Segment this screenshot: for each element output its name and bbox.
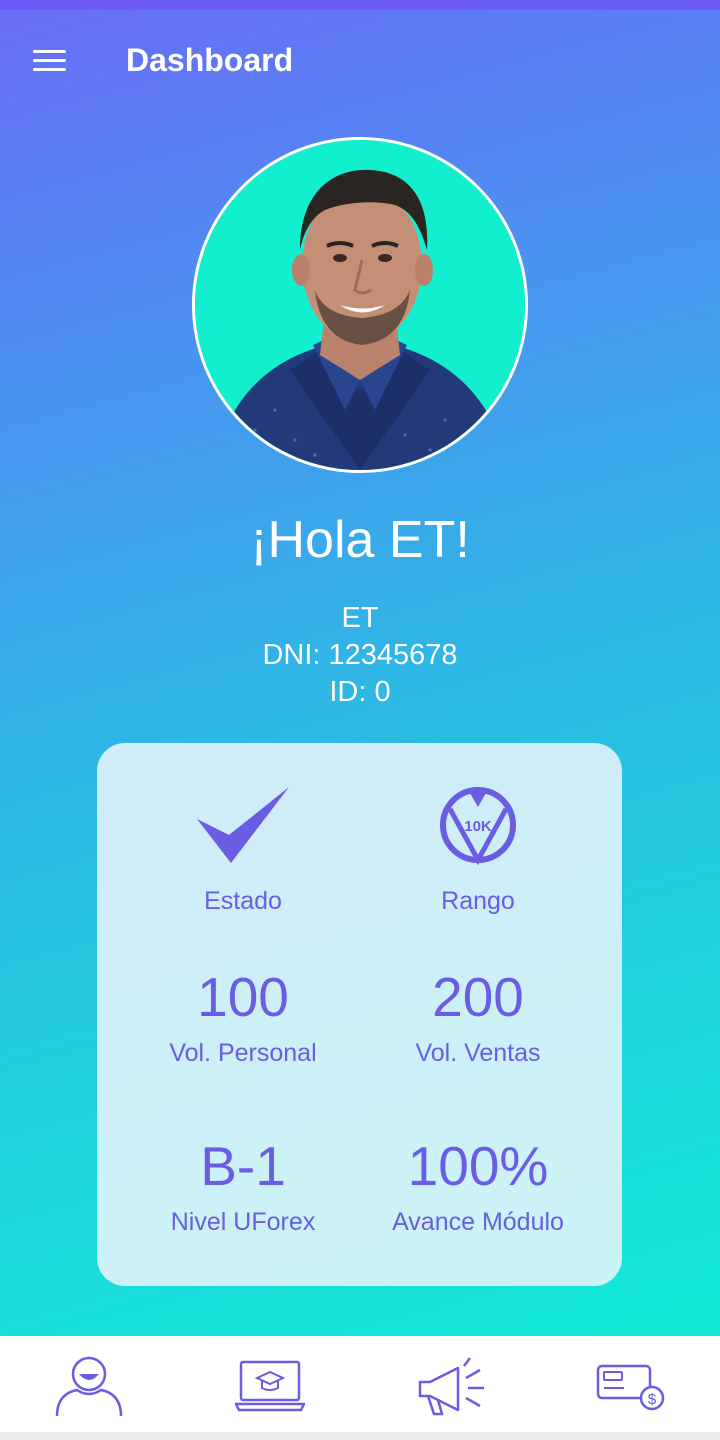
nivel-value: B-1 — [200, 1135, 286, 1197]
avance-stat: 100% Avance Módulo — [347, 1136, 609, 1237]
nav-payments[interactable]: $ — [585, 1346, 675, 1426]
avance-value: 100% — [407, 1135, 549, 1197]
rank-10k-badge-icon: 10K — [440, 787, 516, 865]
user-profile-icon — [55, 1356, 123, 1417]
nivel-stat: B-1 Nivel UForex — [112, 1136, 374, 1237]
page-title: Dashboard — [126, 42, 294, 78]
profile-photo — [195, 140, 525, 470]
vol-ventas-label: Vol. Ventas — [415, 1039, 541, 1067]
vol-personal-stat: 100 Vol. Personal — [112, 967, 374, 1068]
laptop-graduation-icon — [235, 1360, 305, 1412]
avatar[interactable] — [192, 137, 528, 473]
user-info: ET DNI: 12345678 ID: 0 — [0, 600, 720, 711]
greeting: ¡Hola ET! — [250, 511, 470, 569]
avance-label: Avance Módulo — [392, 1208, 564, 1236]
bottom-navigation: $ — [0, 1336, 720, 1432]
user-id: ID: 0 — [329, 676, 391, 708]
svg-text:$: $ — [648, 1391, 657, 1408]
estado-stat: Estado — [112, 785, 374, 916]
dashboard-screen: Dashboard ¡Hola ET! ET DNI: 12345678 ID:… — [0, 0, 720, 1336]
vol-ventas-value: 200 — [432, 966, 524, 1028]
stats-card: Estado 10K Rango 100 Vol. Personal 200 V… — [97, 743, 622, 1286]
megaphone-icon — [418, 1357, 484, 1416]
app-bar: Dashboard — [0, 10, 720, 114]
card-payment-icon: $ — [596, 1364, 665, 1411]
vol-ventas-stat: 200 Vol. Ventas — [347, 967, 609, 1068]
user-dni: DNI: 12345678 — [262, 639, 458, 671]
nivel-label: Nivel UForex — [170, 1208, 316, 1236]
user-name: ET — [341, 602, 379, 634]
nav-profile[interactable] — [44, 1346, 134, 1426]
nav-announcements[interactable] — [405, 1346, 495, 1426]
estado-label: Estado — [204, 887, 282, 915]
system-nav-strip — [0, 1432, 720, 1440]
vol-personal-label: Vol. Personal — [169, 1039, 317, 1067]
status-strip — [0, 0, 720, 10]
vol-personal-value: 100 — [197, 966, 289, 1028]
hamburger-menu-icon[interactable] — [22, 36, 78, 88]
rango-label: Rango — [441, 887, 515, 915]
checkmark-icon — [197, 787, 289, 863]
rango-stat: 10K Rango — [347, 785, 609, 916]
nav-academy[interactable] — [225, 1346, 315, 1426]
rank-badge-text: 10K — [464, 818, 492, 835]
